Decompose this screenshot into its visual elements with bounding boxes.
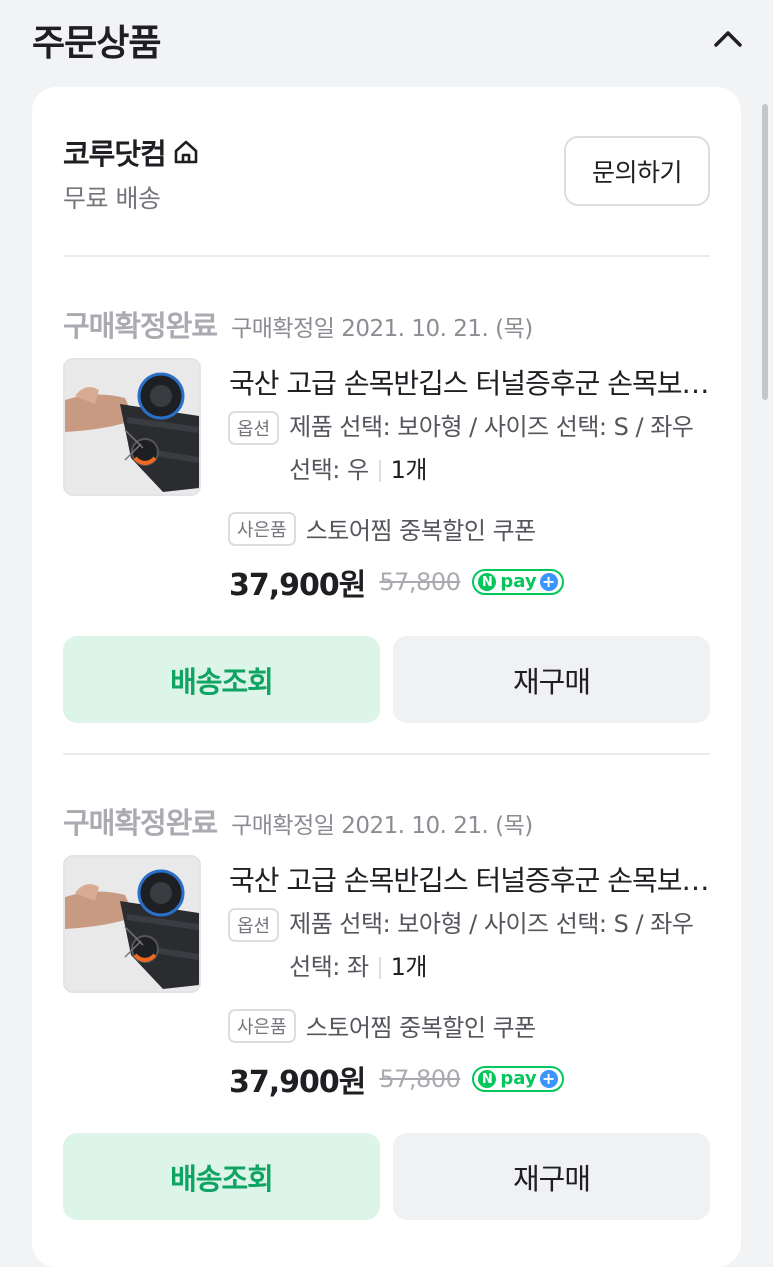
option-value: 제품 선택: 보아형 / 사이즈 선택: S / 좌우 선택: 우 <box>289 413 694 484</box>
npay-label: pay <box>500 571 537 592</box>
option-tag: 옵션 <box>228 411 280 445</box>
quantity-separator <box>378 460 381 482</box>
shipping-label: 무료 배송 <box>63 184 161 213</box>
product-thumbnail[interactable] <box>63 855 201 993</box>
option-row: 옵션 제품 선택: 보아형 / 사이즈 선택: S / 좌우 선택: 좌 1개 <box>228 908 712 989</box>
order-status-row: 구매확정완료 구매확정일 2021. 10. 21. (목) <box>63 303 533 345</box>
order-status-row: 구매확정완료 구매확정일 2021. 10. 21. (목) <box>63 800 533 842</box>
order-item: 구매확정완료 구매확정일 2021. 10. 21. (목) 국산 고급 손목반… <box>32 800 741 1230</box>
inquiry-button[interactable]: 문의하기 <box>564 136 710 206</box>
gift-text: 스토어찜 중복할인 쿠폰 <box>305 1014 537 1042</box>
seller-name-row[interactable]: 코루닷컴 <box>63 131 200 173</box>
npay-label: pay <box>500 1068 537 1089</box>
product-thumbnail[interactable] <box>63 358 201 496</box>
order-item: 구매확정완료 구매확정일 2021. 10. 21. (목) 국산 고급 손목반… <box>32 303 741 733</box>
order-products-header: 주문상품 <box>0 0 773 80</box>
collapse-button[interactable] <box>704 18 752 58</box>
wrist-brace-image <box>65 360 199 494</box>
confirm-date: 구매확정일 2021. 10. 21. (목) <box>231 813 533 839</box>
seller-name: 코루닷컴 <box>63 137 167 171</box>
gift-text: 스토어찜 중복할인 쿠폰 <box>305 517 537 545</box>
sale-price: 37,900원 <box>229 568 366 603</box>
quantity: 1개 <box>390 456 428 484</box>
option-row: 옵션 제품 선택: 보아형 / 사이즈 선택: S / 좌우 선택: 우 1개 <box>228 411 712 492</box>
track-delivery-button[interactable]: 배송조회 <box>63 636 380 723</box>
npay-plus-badge: N pay + <box>472 1066 564 1092</box>
original-price: 57,800 <box>379 1065 461 1093</box>
quantity: 1개 <box>390 953 428 981</box>
npay-n-icon: N <box>478 573 497 591</box>
confirm-date: 구매확정일 2021. 10. 21. (목) <box>231 316 533 342</box>
price-row: 37,900원 57,800 N pay + <box>229 560 564 604</box>
option-text: 제품 선택: 보아형 / 사이즈 선택: S / 좌우 선택: 좌 1개 <box>289 903 712 989</box>
npay-plus-badge: N pay + <box>472 569 564 595</box>
sale-price: 37,900원 <box>229 1065 366 1100</box>
option-value: 제품 선택: 보아형 / 사이즈 선택: S / 좌우 선택: 좌 <box>289 910 694 981</box>
gift-row: 사은품 스토어찜 중복할인 쿠폰 <box>228 1008 536 1043</box>
home-icon <box>174 140 198 164</box>
product-name[interactable]: 국산 고급 손목반깁스 터널증후군 손목보호대 <box>229 859 712 899</box>
order-status: 구매확정완료 <box>63 309 218 343</box>
divider <box>63 255 710 257</box>
chevron-up-icon <box>714 31 742 47</box>
option-text: 제품 선택: 보아형 / 사이즈 선택: S / 좌우 선택: 우 1개 <box>289 406 712 492</box>
plus-icon: + <box>539 1070 558 1088</box>
quantity-separator <box>378 957 381 979</box>
product-name[interactable]: 국산 고급 손목반깁스 터널증후군 손목보호대 <box>229 362 712 402</box>
npay-n-icon: N <box>478 1070 497 1088</box>
rebuy-button[interactable]: 재구매 <box>393 1133 710 1220</box>
seller-order-card: 코루닷컴 무료 배송 문의하기 구매확정완료 구매확정일 2021. 10. 2… <box>32 87 741 1267</box>
gift-tag: 사은품 <box>228 511 296 546</box>
plus-icon: + <box>539 573 558 591</box>
order-status: 구매확정완료 <box>63 806 218 840</box>
gift-row: 사은품 스토어찜 중복할인 쿠폰 <box>228 511 536 546</box>
track-delivery-button[interactable]: 배송조회 <box>63 1133 380 1220</box>
rebuy-button[interactable]: 재구매 <box>393 636 710 723</box>
original-price: 57,800 <box>379 568 461 596</box>
price-row: 37,900원 57,800 N pay + <box>229 1057 564 1101</box>
divider <box>63 753 710 755</box>
wrist-brace-image <box>65 857 199 991</box>
scrollbar[interactable] <box>762 104 768 400</box>
section-title: 주문상품 <box>32 23 161 64</box>
gift-tag: 사은품 <box>228 1008 296 1043</box>
option-tag: 옵션 <box>228 908 280 942</box>
